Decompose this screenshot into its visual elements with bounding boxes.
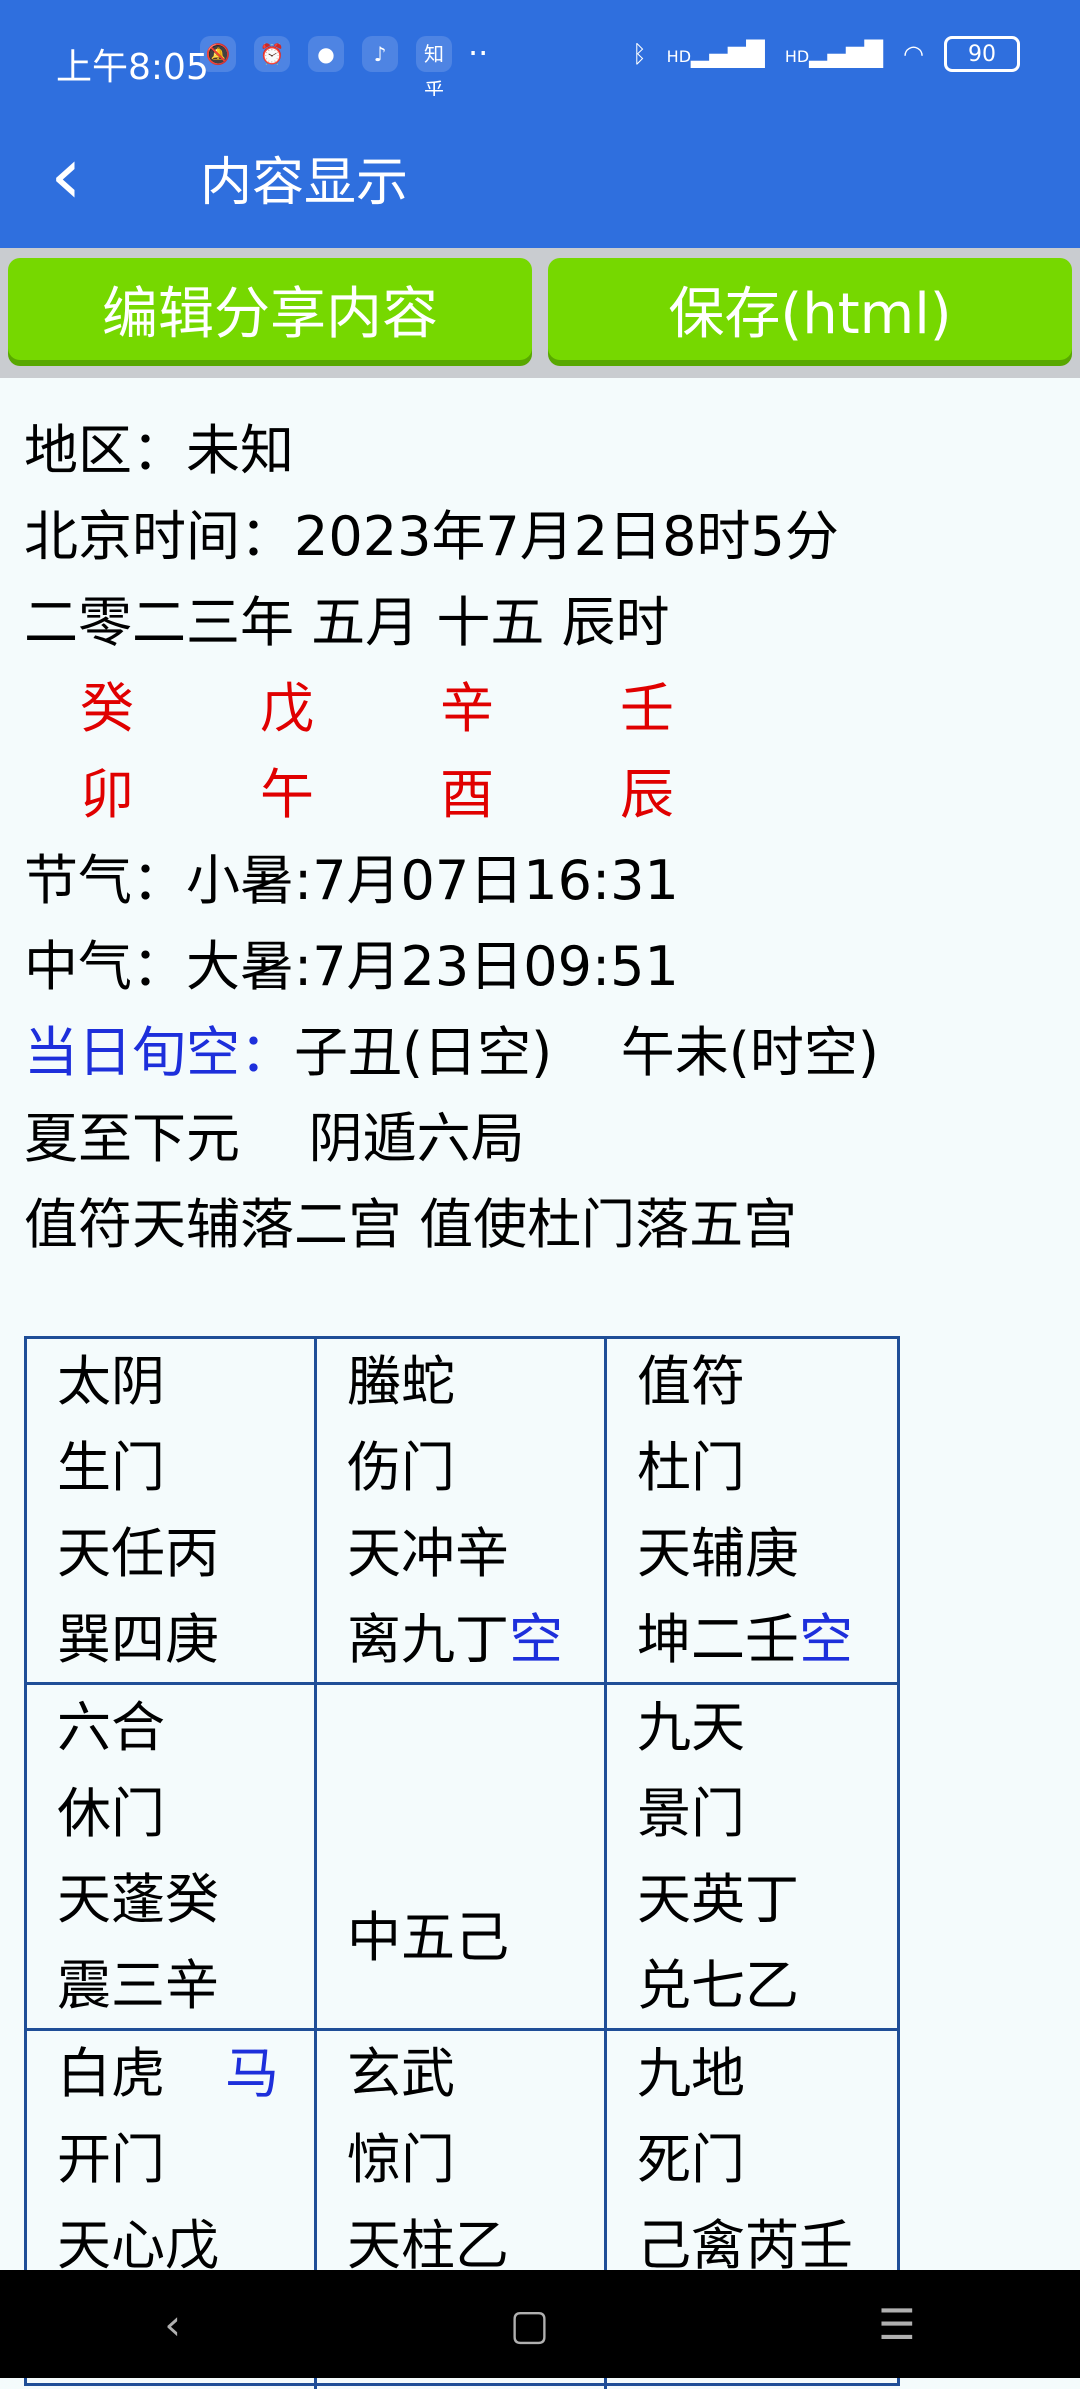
palace-star: 天辅庚	[637, 1522, 799, 1585]
palace-deity: 玄武	[347, 2042, 455, 2105]
region-line: 地区：未知	[24, 419, 294, 482]
palace-door: 死门	[637, 2128, 745, 2191]
stem-hour: 壬	[620, 677, 674, 740]
app-icon: ●	[308, 36, 344, 72]
palace-deity: 九天	[637, 1696, 745, 1759]
zhongqi-line: 中气：大暑:7月23日09:51	[24, 935, 679, 998]
palace-xun: 太阴 生门 天任丙 巽四庚	[27, 1339, 317, 1685]
palace-name: 巽四庚	[57, 1608, 219, 1671]
palace-deity: 螣蛇	[347, 1350, 455, 1413]
palace-center: 中五己	[317, 1685, 607, 2031]
app-bar: ‹ 内容显示	[0, 96, 1080, 248]
palace-star: 天蓬癸	[57, 1868, 219, 1931]
kong-marker: 空	[509, 1608, 563, 1671]
palace-zhen: 六合 休门 天蓬癸 震三辛	[27, 1685, 317, 2031]
palace-star: 天任丙	[57, 1522, 219, 1585]
ma-marker: 马	[225, 2042, 279, 2105]
palace-li: 螣蛇 伤门 天冲辛 离九丁空	[317, 1339, 607, 1685]
palace-door: 开门	[57, 2128, 165, 2191]
kong-marker: 空	[799, 1608, 853, 1671]
branch-month: 午	[260, 763, 314, 826]
palace-name: 离九丁	[347, 1608, 509, 1671]
wifi-icon: ◠	[903, 40, 924, 68]
stem-year: 癸	[80, 677, 134, 740]
edit-share-button[interactable]: 编辑分享内容	[8, 258, 532, 360]
palace-door: 杜门	[637, 1436, 745, 1499]
palace-kun: 值符 杜门 天辅庚 坤二壬空	[607, 1339, 897, 1685]
lunar-date-line: 二零二三年 五月 十五 辰时	[24, 591, 670, 654]
jieqi-line: 节气：小暑:7月07日16:31	[24, 849, 679, 912]
palace-deity: 白虎	[57, 2042, 165, 2105]
more-notifications-icon: ··	[468, 34, 489, 72]
xunkong-value: 子丑(日空) 午未(时空)	[294, 1021, 879, 1084]
save-html-button[interactable]: 保存(html)	[548, 258, 1072, 360]
palace-star: 天冲辛	[347, 1522, 509, 1585]
palace-door: 伤门	[347, 1436, 455, 1499]
bluetooth-icon: ᛒ	[632, 40, 647, 68]
palace-deity: 值符	[637, 1350, 745, 1413]
alarm-icon: ⏰	[254, 36, 290, 72]
battery-icon: 90	[944, 36, 1020, 72]
signal-icon-2: HD▂▄▆█	[784, 40, 884, 68]
branch-day: 酉	[440, 763, 494, 826]
bell-off-icon: 🔕	[200, 36, 236, 72]
palace-name: 中五己	[347, 1906, 509, 1969]
palace-door: 景门	[637, 1782, 745, 1845]
back-arrow-icon[interactable]: ‹	[50, 136, 82, 216]
signal-icon-1: HD▂▄▆█	[666, 40, 765, 68]
beijing-time-line: 北京时间：2023年7月2日8时5分	[24, 505, 839, 568]
zhihu-icon: 知乎	[416, 36, 452, 102]
nav-home-icon[interactable]: ▢	[510, 2300, 550, 2349]
nine-palace-grid: 太阴 生门 天任丙 巽四庚 螣蛇 伤门 天冲辛 离九丁空 值符 杜门 天辅庚 坤…	[24, 1336, 900, 2389]
action-button-row: 编辑分享内容 保存(html)	[0, 248, 1080, 378]
system-nav-bar: ‹ ▢ ☰	[0, 2270, 1080, 2378]
status-bar: 上午8:05 🔕 ⏰ ● ♪ 知乎 ·· ᛒ HD▂▄▆█ HD▂▄▆█ ◠ 9…	[0, 0, 1080, 102]
palace-name: 震三辛	[57, 1954, 219, 2017]
palace-deity: 太阴	[57, 1350, 165, 1413]
palace-dui: 九天 景门 天英丁 兑七乙	[607, 1685, 897, 2031]
heavenly-stems-row: 癸戊辛壬	[24, 666, 1064, 752]
nav-back-icon[interactable]: ‹	[164, 2300, 181, 2349]
chart-info: 地区：未知 北京时间：2023年7月2日8时5分 二零二三年 五月 十五 辰时 …	[24, 408, 1064, 1268]
palace-deity: 六合	[57, 1696, 165, 1759]
xunkong-line: 当日旬空：子丑(日空) 午未(时空)	[24, 1010, 1064, 1096]
palace-star: 天英丁	[637, 1868, 799, 1931]
stem-month: 戊	[260, 677, 314, 740]
palace-name: 坤二壬	[637, 1608, 799, 1671]
palace-door: 生门	[57, 1436, 165, 1499]
xunkong-label: 当日旬空：	[24, 1021, 294, 1084]
palace-door: 惊门	[347, 2128, 455, 2191]
branch-year: 卯	[80, 763, 134, 826]
palace-name: 兑七乙	[637, 1954, 799, 2017]
status-time: 上午8:05	[56, 47, 209, 88]
earthly-branches-row: 卯午酉辰	[24, 752, 1064, 838]
branch-hour: 辰	[620, 763, 674, 826]
zhifu-line: 值符天辅落二宫 值使杜门落五宫	[24, 1193, 798, 1256]
yuan-line: 夏至下元 阴遁六局	[24, 1107, 525, 1170]
palace-deity: 九地	[637, 2042, 745, 2105]
palace-door: 休门	[57, 1782, 165, 1845]
page-title: 内容显示	[200, 153, 409, 213]
stem-day: 辛	[440, 677, 494, 740]
nav-menu-icon[interactable]: ☰	[878, 2300, 916, 2349]
tiktok-icon: ♪	[362, 36, 398, 72]
